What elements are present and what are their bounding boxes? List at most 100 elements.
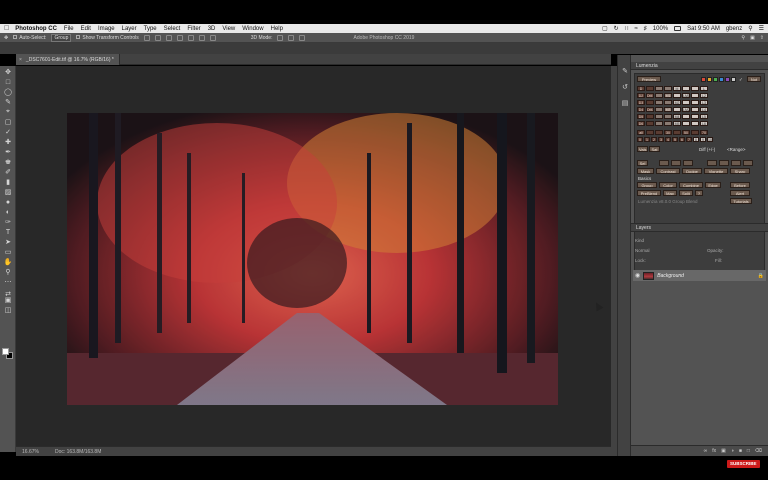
lumenzia-tool-3-button[interactable]: [683, 160, 693, 166]
zone-m3[interactable]: M3: [664, 107, 672, 112]
path-select-tool-icon[interactable]: ➤: [3, 238, 13, 246]
document-tab[interactable]: × _DSC7601-Edit.tif @ 16.7% (RGB/16) *: [16, 54, 120, 65]
lock-icon[interactable]: 🔒: [758, 273, 764, 279]
3d-roll-button[interactable]: [288, 34, 295, 41]
align-middle-button[interactable]: [187, 34, 194, 41]
sharp-button[interactable]: Sharp: [730, 168, 750, 174]
layers-tab[interactable]: Layers: [631, 223, 768, 232]
mask-icon[interactable]: ▣: [721, 448, 726, 454]
zone-cell[interactable]: [682, 100, 690, 105]
zone-d3[interactable]: D3: [637, 100, 645, 105]
zone-cell[interactable]: [691, 114, 699, 119]
zone-cell[interactable]: [682, 121, 690, 126]
zone-num-10[interactable]: 10: [707, 137, 713, 142]
zone-dm2[interactable]: DM2: [646, 107, 654, 112]
zone-cell[interactable]: [691, 107, 699, 112]
search-icon[interactable]: ⚲: [741, 35, 745, 41]
zone-d4[interactable]: D4: [637, 107, 645, 112]
transform-controls-checkbox[interactable]: Show Transform Controls: [76, 35, 139, 41]
spotlight-search-icon[interactable]: ⚲: [748, 25, 752, 32]
bluetooth-icon[interactable]: ∷: [625, 25, 629, 32]
zone-l4[interactable]: L4: [700, 107, 708, 112]
contrast-button[interactable]: Contrast: [656, 168, 680, 174]
color-yellow-swatch[interactable]: [707, 77, 712, 82]
split-button[interactable]: Split: [679, 190, 693, 196]
color-magenta-swatch[interactable]: [725, 77, 730, 82]
menu-image[interactable]: Image: [98, 26, 115, 32]
zone-cell[interactable]: [655, 130, 663, 135]
zone-all[interactable]: all: [637, 130, 645, 135]
zone-l[interactable]: L: [700, 86, 708, 91]
lumenzia-tool-7-button[interactable]: [743, 160, 753, 166]
volume-icon[interactable]: ♯: [644, 26, 647, 32]
zone-cell[interactable]: [682, 86, 690, 91]
history-brush-tool-icon[interactable]: ✐: [3, 168, 13, 176]
brush-tool-icon[interactable]: ✒: [3, 148, 13, 156]
zone-num-4[interactable]: 4: [665, 137, 671, 142]
combine-button[interactable]: Combine: [679, 182, 703, 188]
zone-l2[interactable]: L2: [700, 93, 708, 98]
zone-m5[interactable]: M5: [673, 121, 681, 126]
lumenzia-tool-1-button[interactable]: [659, 160, 669, 166]
folder-icon[interactable]: ■: [739, 448, 742, 454]
eraser-tool-icon[interactable]: ▮: [3, 178, 13, 186]
auto-select-checkbox[interactable]: Auto-Select:: [13, 35, 46, 41]
properties-panel-icon[interactable]: ▤: [621, 99, 629, 107]
zone-70[interactable]: 70: [700, 130, 708, 135]
dodge-button[interactable]: Dodge: [682, 168, 702, 174]
share-icon[interactable]: ⇧: [760, 35, 764, 41]
battery-icon[interactable]: [674, 26, 682, 31]
zone-cell[interactable]: [646, 121, 654, 126]
blend-mode-dropdown[interactable]: Normal: [635, 248, 650, 253]
zone-cell[interactable]: [655, 100, 663, 105]
zone-m2[interactable]: M2: [673, 100, 681, 105]
healing-brush-tool-icon[interactable]: ✚: [3, 138, 13, 146]
subscribe-button[interactable]: SUBSCRIBE: [727, 460, 760, 468]
alert-button[interactable]: Alert: [730, 190, 750, 196]
zone-cell[interactable]: [673, 107, 681, 112]
zone-cell[interactable]: [655, 93, 663, 98]
preview-dropdown[interactable]: Preview: [637, 76, 661, 82]
menubar-user[interactable]: gbenz: [726, 26, 742, 32]
new-layer-icon[interactable]: □: [747, 448, 750, 454]
zone-l3[interactable]: L3: [700, 100, 708, 105]
doc-size[interactable]: Doc: 163.8M/163.8M: [55, 449, 101, 455]
mask-button[interactable]: Mask: [637, 168, 654, 174]
align-center-button[interactable]: [154, 34, 161, 41]
zoom-level[interactable]: 16.67%: [22, 449, 39, 455]
zone-cell[interactable]: [691, 130, 699, 135]
zone-m1[interactable]: M1: [664, 93, 672, 98]
zone-l6[interactable]: L6: [700, 121, 708, 126]
zone-30[interactable]: 30: [664, 130, 672, 135]
zoom-tool-icon[interactable]: ⚲: [3, 268, 13, 276]
hand-tool-icon[interactable]: ✋: [3, 258, 13, 266]
zone-m4[interactable]: M4: [673, 114, 681, 119]
zone-num-0[interactable]: 0: [637, 137, 643, 142]
apple-logo-icon[interactable]: : [4, 25, 9, 32]
zone-cell[interactable]: [682, 114, 690, 119]
zone-d6[interactable]: D6: [637, 121, 645, 126]
align-left-button[interactable]: [143, 34, 150, 41]
zone-num-7[interactable]: 7: [686, 137, 692, 142]
menu-help[interactable]: Help: [271, 26, 283, 32]
close-tab-icon[interactable]: ×: [19, 57, 22, 63]
eyedropper-icon[interactable]: ✓: [739, 77, 743, 83]
lumenzia-tool-2-button[interactable]: [671, 160, 681, 166]
distribute-button[interactable]: [209, 34, 216, 41]
menu-window[interactable]: Window: [242, 26, 263, 32]
rectangle-tool-icon[interactable]: ▭: [3, 248, 13, 256]
move-tool-icon[interactable]: ✥: [4, 35, 8, 41]
zone-50[interactable]: 50: [682, 130, 690, 135]
lumenzia-tool-6-button[interactable]: [731, 160, 741, 166]
zone-d2[interactable]: D2: [637, 93, 645, 98]
group-button[interactable]: Group: [637, 182, 657, 188]
menu-3d[interactable]: 3D: [208, 26, 216, 32]
zone-cell[interactable]: [664, 121, 672, 126]
fill-label[interactable]: Fill:: [715, 258, 722, 263]
zone-cell[interactable]: [655, 107, 663, 112]
marquee-tool-icon[interactable]: □: [3, 78, 13, 86]
zone-num-3[interactable]: 3: [658, 137, 664, 142]
zone-l5[interactable]: L5: [700, 114, 708, 119]
layer-row-background[interactable]: ◉ Background 🔒: [633, 270, 766, 281]
vignette-button[interactable]: Vignette: [704, 168, 728, 174]
